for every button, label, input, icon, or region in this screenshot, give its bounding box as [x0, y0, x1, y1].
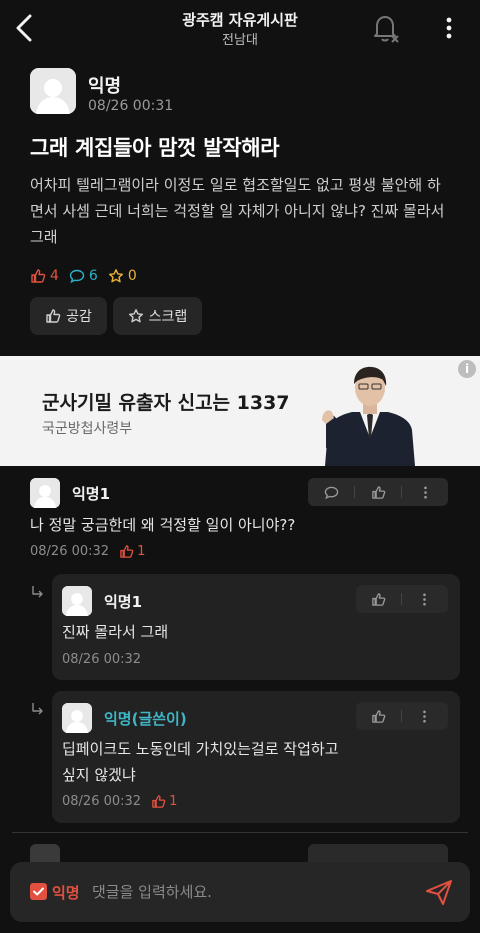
post-author-avatar — [30, 68, 76, 114]
thumbs-up-icon — [372, 709, 386, 723]
thumbs-up-icon — [31, 269, 46, 283]
reply-arrow-icon — [32, 586, 43, 598]
ad-title: 군사기밀 유출자 신고는 1337 — [42, 392, 290, 414]
more-vertical-icon — [423, 593, 426, 605]
reply-card: 익명1 진짜 몰라서 그래 08/26 00:32 — [52, 574, 460, 680]
reply-actions — [356, 702, 448, 730]
ad-banner[interactable]: 군사기밀 유출자 신고는 1337 국군방첩사령부 i — [0, 356, 480, 466]
comment-author: 익명1 — [72, 485, 111, 503]
thumbs-up-icon — [372, 592, 386, 606]
reply-actions — [356, 585, 448, 613]
comment-timestamp: 08/26 00:32 — [30, 544, 110, 559]
comment-avatar — [30, 478, 60, 508]
post-stats: 4 6 0 — [30, 266, 147, 286]
more-options-button[interactable] — [434, 12, 464, 44]
reply-more-button[interactable] — [402, 585, 447, 613]
comment-input[interactable] — [92, 876, 412, 908]
comment-like-button[interactable] — [355, 478, 401, 506]
reply-author-op: 익명(글쓴이) — [104, 710, 187, 728]
reply-more-button[interactable] — [402, 702, 447, 730]
reply-like-button[interactable] — [356, 585, 401, 613]
comment-input-bar: 익명 — [10, 862, 470, 922]
ad-spokesperson-image — [322, 366, 415, 466]
post-author: 익명 — [88, 76, 122, 97]
post-title: 그래 계집들아 맘껏 발작해라 — [30, 136, 280, 160]
reply-avatar — [62, 586, 92, 616]
speech-bubble-icon — [324, 486, 338, 499]
star-icon — [128, 309, 143, 323]
school-name: 전남대 — [222, 33, 258, 48]
star-icon — [108, 269, 123, 283]
send-button[interactable] — [424, 878, 454, 906]
comment-actions — [308, 478, 448, 506]
thumbs-up-icon — [120, 545, 134, 558]
speech-bubble-icon — [69, 269, 85, 284]
reply-like-button[interactable] — [356, 702, 401, 730]
like-count: 4 — [30, 268, 59, 284]
comment-text: 나 정말 궁금한데 왜 걱정할 일이 아니야?? — [30, 516, 296, 534]
comment-meta: 08/26 00:32 1 — [30, 544, 145, 559]
anonymous-avatar-icon — [30, 68, 76, 114]
reply-button[interactable] — [308, 478, 354, 506]
more-vertical-icon — [446, 17, 452, 39]
reply-like-count: 1 — [151, 794, 177, 809]
send-icon — [426, 880, 452, 905]
thumbs-up-icon — [371, 485, 385, 499]
comment-divider — [12, 832, 468, 833]
reply-author: 익명1 — [104, 593, 143, 611]
reply-timestamp: 08/26 00:32 — [62, 794, 142, 809]
reply-card: 익명(글쓴이) 딥페이크도 노동인데 가치있는걸로 작업하고 싶지 않겠냐 08… — [52, 691, 460, 823]
comment-like-count: 1 — [119, 544, 145, 559]
board-title: 광주캠 자유게시판 — [182, 11, 298, 29]
anonymous-avatar-icon — [62, 586, 92, 616]
reply-arrow-icon — [32, 703, 43, 715]
reply-meta: 08/26 00:32 1 — [62, 794, 177, 809]
comment-more-button[interactable] — [402, 478, 448, 506]
reply-text: 진짜 몰라서 그래 — [62, 623, 169, 641]
more-vertical-icon — [423, 710, 426, 722]
post-body: 어차피 텔레그램이라 이정도 일로 협조할일도 없고 평생 불안해 하면서 사셈… — [30, 176, 445, 246]
anonymous-checkbox[interactable] — [30, 883, 47, 900]
thumbs-up-icon — [46, 309, 61, 323]
checkmark-icon — [33, 887, 44, 896]
top-bar: 광주캠 자유게시판 전남대 — [0, 0, 480, 56]
notification-toggle-button[interactable] — [368, 12, 402, 44]
reply-avatar — [62, 703, 92, 733]
more-vertical-icon — [423, 486, 427, 498]
thumbs-up-icon — [152, 795, 166, 808]
scrap-count: 0 — [108, 268, 137, 284]
post-timestamp: 08/26 00:31 — [88, 98, 174, 114]
ad-info-button[interactable]: i — [458, 360, 476, 378]
anonymous-avatar-icon — [30, 478, 60, 508]
reply-meta: 08/26 00:32 — [62, 652, 141, 667]
like-button[interactable]: 공감 — [30, 297, 107, 335]
reply-text-line1: 딥페이크도 노동인데 가치있는걸로 작업하고 — [62, 740, 339, 758]
scrap-button[interactable]: 스크랩 — [113, 297, 202, 335]
bell-off-icon — [374, 16, 399, 43]
anonymous-avatar-icon — [62, 703, 92, 733]
reply-text-line2: 싶지 않겠냐 — [62, 766, 136, 784]
comment-count: 6 — [69, 268, 98, 284]
ad-subtitle: 국군방첩사령부 — [42, 421, 133, 437]
reply-timestamp: 08/26 00:32 — [62, 652, 142, 667]
anonymous-label[interactable]: 익명 — [52, 882, 80, 903]
